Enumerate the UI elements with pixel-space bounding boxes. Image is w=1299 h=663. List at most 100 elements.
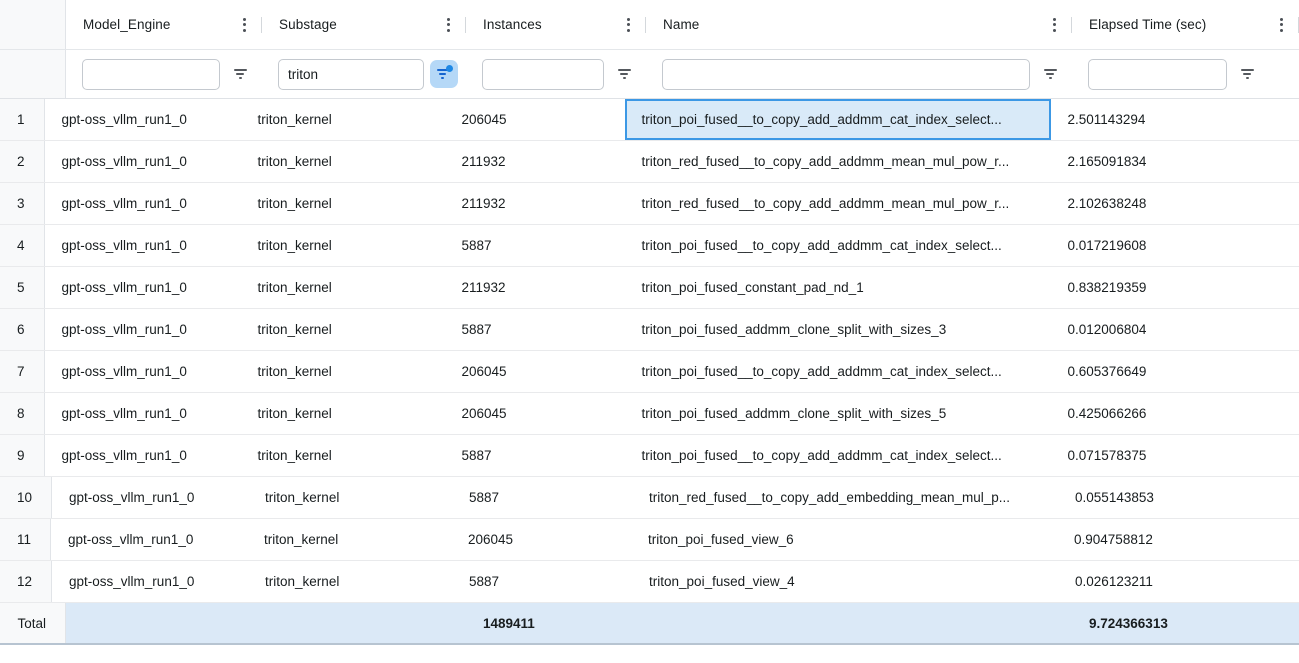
- total-cell-name: [646, 603, 1072, 643]
- cell-substage[interactable]: triton_kernel: [241, 99, 445, 140]
- cell-name[interactable]: triton_red_fused__to_copy_add_addmm_mean…: [625, 141, 1051, 182]
- row-number: 7: [0, 351, 45, 392]
- filter-funnel-icon[interactable]: [226, 60, 254, 88]
- cell-substage[interactable]: triton_kernel: [241, 141, 445, 182]
- row-number: 12: [0, 561, 52, 602]
- cell-model-engine[interactable]: gpt-oss_vllm_run1_0: [52, 477, 248, 518]
- column-header-label: Instances: [483, 17, 542, 32]
- column-header-model-engine[interactable]: Model_Engine: [66, 0, 262, 49]
- cell-elapsed[interactable]: 0.425066266: [1051, 393, 1278, 434]
- cell-elapsed[interactable]: 2.501143294: [1051, 99, 1278, 140]
- filter-funnel-icon[interactable]: [610, 60, 638, 88]
- cell-name[interactable]: triton_red_fused__to_copy_add_embedding_…: [632, 477, 1058, 518]
- filter-funnel-icon[interactable]: [1233, 60, 1261, 88]
- cell-instances[interactable]: 5887: [445, 309, 625, 350]
- filter-cell-substage: [262, 50, 466, 98]
- data-grid: Model_Engine Substage Instances Name Ela…: [0, 0, 1299, 645]
- cell-substage[interactable]: triton_kernel: [241, 267, 445, 308]
- cell-name[interactable]: triton_poi_fused__to_copy_add_addmm_cat_…: [625, 435, 1051, 476]
- cell-name[interactable]: triton_poi_fused__to_copy_add_addmm_cat_…: [625, 225, 1051, 266]
- cell-model-engine[interactable]: gpt-oss_vllm_run1_0: [45, 99, 241, 140]
- total-row-label: Total: [0, 603, 66, 643]
- kebab-menu-icon[interactable]: [1050, 15, 1059, 35]
- cell-model-engine[interactable]: gpt-oss_vllm_run1_0: [45, 267, 241, 308]
- cell-substage[interactable]: triton_kernel: [248, 477, 452, 518]
- cell-instances[interactable]: 206045: [445, 99, 625, 140]
- cell-substage[interactable]: triton_kernel: [241, 393, 445, 434]
- column-header-label: Name: [663, 17, 699, 32]
- kebab-menu-icon[interactable]: [444, 15, 453, 35]
- column-header-name[interactable]: Name: [646, 0, 1072, 49]
- cell-elapsed[interactable]: 0.838219359: [1051, 267, 1278, 308]
- table-row: 12 gpt-oss_vllm_run1_0 triton_kernel 588…: [0, 561, 1299, 603]
- cell-name[interactable]: triton_poi_fused_view_6: [631, 519, 1057, 560]
- cell-substage[interactable]: triton_kernel: [248, 561, 452, 602]
- column-header-elapsed-time[interactable]: Elapsed Time (sec): [1072, 0, 1299, 49]
- filter-input-name[interactable]: [662, 59, 1030, 90]
- cell-substage[interactable]: triton_kernel: [241, 435, 445, 476]
- cell-model-engine[interactable]: gpt-oss_vllm_run1_0: [45, 183, 241, 224]
- cell-instances[interactable]: 5887: [452, 477, 632, 518]
- total-cell-instances: 1489411: [466, 603, 646, 643]
- row-number: 9: [0, 435, 45, 476]
- cell-name[interactable]: triton_poi_fused_constant_pad_nd_1: [625, 267, 1051, 308]
- cell-elapsed[interactable]: 0.055143853: [1058, 477, 1285, 518]
- cell-model-engine[interactable]: gpt-oss_vllm_run1_0: [45, 435, 241, 476]
- cell-instances[interactable]: 211932: [445, 267, 625, 308]
- cell-elapsed[interactable]: 0.017219608: [1051, 225, 1278, 266]
- filter-input-model-engine[interactable]: [82, 59, 220, 90]
- cell-substage[interactable]: triton_kernel: [241, 351, 445, 392]
- table-row: 7 gpt-oss_vllm_run1_0 triton_kernel 2060…: [0, 351, 1299, 393]
- cell-substage[interactable]: triton_kernel: [247, 519, 451, 560]
- column-header-instances[interactable]: Instances: [466, 0, 646, 49]
- row-number: 2: [0, 141, 45, 182]
- filter-input-instances[interactable]: [482, 59, 604, 90]
- cell-name[interactable]: triton_poi_fused__to_copy_add_addmm_cat_…: [625, 351, 1051, 392]
- row-number: 5: [0, 267, 45, 308]
- cell-elapsed[interactable]: 0.026123211: [1058, 561, 1285, 602]
- cell-elapsed[interactable]: 0.605376649: [1051, 351, 1278, 392]
- cell-name[interactable]: triton_red_fused__to_copy_add_addmm_mean…: [625, 183, 1051, 224]
- cell-elapsed[interactable]: 0.012006804: [1051, 309, 1278, 350]
- cell-instances[interactable]: 211932: [445, 141, 625, 182]
- row-number: 8: [0, 393, 45, 434]
- kebab-menu-icon[interactable]: [1277, 15, 1286, 35]
- cell-model-engine[interactable]: gpt-oss_vllm_run1_0: [51, 519, 247, 560]
- cell-instances[interactable]: 206045: [445, 393, 625, 434]
- column-header-substage[interactable]: Substage: [262, 0, 466, 49]
- kebab-menu-icon[interactable]: [240, 15, 249, 35]
- cell-instances[interactable]: 206045: [451, 519, 631, 560]
- cell-name[interactable]: triton_poi_fused__to_copy_add_addmm_cat_…: [625, 99, 1051, 140]
- column-header-label: Substage: [279, 17, 337, 32]
- cell-model-engine[interactable]: gpt-oss_vllm_run1_0: [52, 561, 248, 602]
- cell-name[interactable]: triton_poi_fused_view_4: [632, 561, 1058, 602]
- cell-instances[interactable]: 5887: [445, 435, 625, 476]
- cell-elapsed[interactable]: 2.102638248: [1051, 183, 1278, 224]
- cell-instances[interactable]: 5887: [452, 561, 632, 602]
- cell-elapsed[interactable]: 0.071578375: [1051, 435, 1278, 476]
- cell-model-engine[interactable]: gpt-oss_vllm_run1_0: [45, 309, 241, 350]
- table-row: 5 gpt-oss_vllm_run1_0 triton_kernel 2119…: [0, 267, 1299, 309]
- cell-name[interactable]: triton_poi_fused_addmm_clone_split_with_…: [625, 309, 1051, 350]
- cell-model-engine[interactable]: gpt-oss_vllm_run1_0: [45, 225, 241, 266]
- cell-instances[interactable]: 206045: [445, 351, 625, 392]
- row-number: 6: [0, 309, 45, 350]
- cell-model-engine[interactable]: gpt-oss_vllm_run1_0: [45, 141, 241, 182]
- cell-substage[interactable]: triton_kernel: [241, 183, 445, 224]
- filter-input-substage[interactable]: [278, 59, 424, 90]
- cell-model-engine[interactable]: gpt-oss_vllm_run1_0: [45, 351, 241, 392]
- cell-elapsed[interactable]: 2.165091834: [1051, 141, 1278, 182]
- cell-substage[interactable]: triton_kernel: [241, 309, 445, 350]
- filter-funnel-icon[interactable]: [1036, 60, 1064, 88]
- cell-name[interactable]: triton_poi_fused_addmm_clone_split_with_…: [625, 393, 1051, 434]
- cell-elapsed[interactable]: 0.904758812: [1057, 519, 1284, 560]
- filter-input-elapsed-time[interactable]: [1088, 59, 1227, 90]
- column-header-label: Elapsed Time (sec): [1089, 17, 1206, 32]
- cell-instances[interactable]: 211932: [445, 183, 625, 224]
- kebab-menu-icon[interactable]: [624, 15, 633, 35]
- cell-model-engine[interactable]: gpt-oss_vllm_run1_0: [45, 393, 241, 434]
- cell-instances[interactable]: 5887: [445, 225, 625, 266]
- filter-funnel-icon[interactable]: [430, 60, 458, 88]
- cell-substage[interactable]: triton_kernel: [241, 225, 445, 266]
- active-filter-dot: [446, 65, 453, 72]
